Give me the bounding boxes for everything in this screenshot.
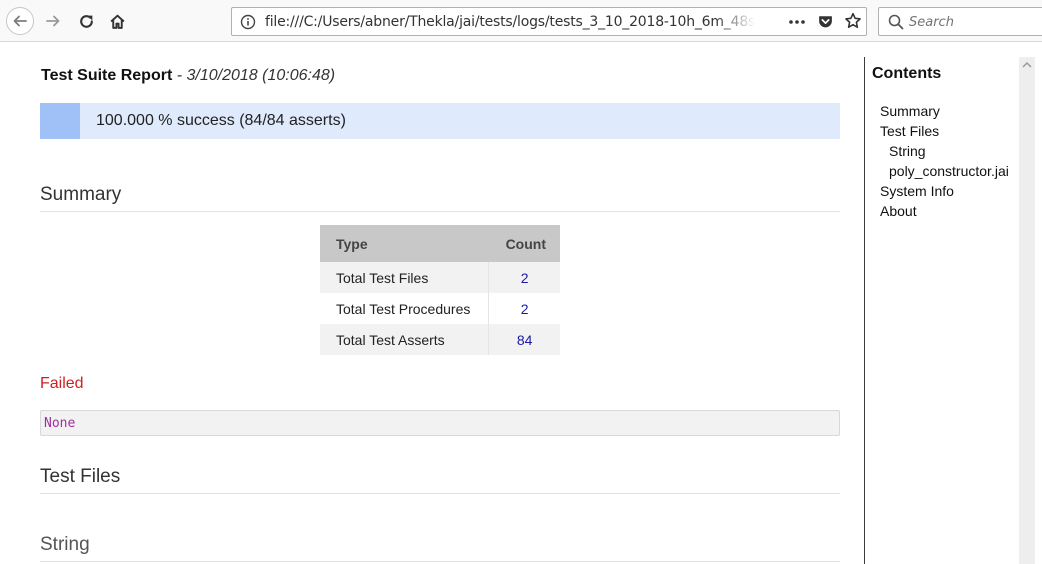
type-cell: Total Test Asserts — [320, 324, 489, 355]
pocket-icon[interactable] — [817, 13, 834, 35]
search-bar[interactable] — [878, 7, 1042, 36]
home-icon — [109, 14, 125, 29]
toc-link-test-files[interactable]: Test Files — [880, 121, 1025, 141]
count-cell: 2 — [488, 293, 560, 324]
type-cell: Total Test Procedures — [320, 293, 489, 324]
reload-button[interactable] — [71, 6, 101, 36]
back-button[interactable] — [6, 7, 34, 35]
table-row: Total Test Procedures 2 — [320, 293, 560, 324]
type-column-header: Type — [320, 225, 489, 262]
forward-button[interactable] — [38, 6, 68, 36]
progress-fill — [40, 103, 80, 139]
url-text[interactable]: file:///C:/Users/abner/Thekla/jai/tests/… — [265, 14, 755, 30]
sidebar-scrollbar[interactable] — [1019, 57, 1035, 564]
reload-icon — [79, 14, 93, 28]
address-bar[interactable]: file:///C:/Users/abner/Thekla/jai/tests/… — [231, 7, 867, 36]
search-input[interactable] — [909, 12, 1039, 32]
count-cell: 84 — [488, 324, 560, 355]
browser-toolbar: file:///C:/Users/abner/Thekla/jai/tests/… — [0, 0, 1042, 42]
failed-list-box: None — [40, 410, 840, 436]
string-file-heading: String — [40, 534, 840, 562]
failed-heading: Failed — [40, 375, 84, 392]
toc-link-about[interactable]: About — [880, 201, 1025, 221]
report-title-text: Test Suite Report — [41, 67, 173, 84]
success-progress-bar: 100.000 % success (84/84 asserts) — [40, 103, 840, 139]
table-of-contents: Summary Test Files String poly_construct… — [880, 101, 1025, 221]
report-title: Test Suite Report - 3/10/2018 (10:06:48) — [41, 67, 335, 85]
toc-link-string[interactable]: String — [880, 141, 1025, 161]
toc-link-poly-constructor[interactable]: poly_constructor.jai — [880, 161, 1025, 181]
summary-table: Type Count Total Test Files 2 Total Test… — [320, 225, 560, 355]
table-row: Total Test Asserts 84 — [320, 324, 560, 355]
contents-title: Contents — [872, 65, 942, 82]
search-icon — [888, 14, 904, 35]
progress-label: 100.000 % success (84/84 asserts) — [96, 112, 346, 129]
summary-heading: Summary — [40, 184, 840, 212]
report-date: - 3/10/2018 (10:06:48) — [172, 67, 336, 84]
failed-none-text: None — [44, 416, 76, 431]
scroll-up-arrow-icon[interactable] — [1022, 61, 1032, 69]
count-column-header: Count — [488, 225, 560, 262]
info-icon[interactable] — [240, 14, 256, 35]
toc-link-summary[interactable]: Summary — [880, 101, 1025, 121]
table-row: Total Test Files 2 — [320, 262, 560, 293]
count-cell: 2 — [488, 262, 560, 293]
toc-link-system-info[interactable]: System Info — [880, 181, 1025, 201]
table-header-row: Type Count — [320, 225, 560, 262]
report-main: Test Suite Report - 3/10/2018 (10:06:48)… — [0, 43, 862, 564]
more-actions-icon[interactable] — [788, 14, 806, 35]
bookmark-star-icon[interactable] — [844, 12, 862, 35]
arrow-left-icon — [13, 15, 27, 27]
home-button[interactable] — [102, 6, 132, 36]
contents-sidebar: Contents Summary Test Files String poly_… — [864, 57, 1018, 564]
test-files-heading: Test Files — [40, 466, 840, 494]
type-cell: Total Test Files — [320, 262, 489, 293]
arrow-right-icon — [46, 15, 60, 27]
